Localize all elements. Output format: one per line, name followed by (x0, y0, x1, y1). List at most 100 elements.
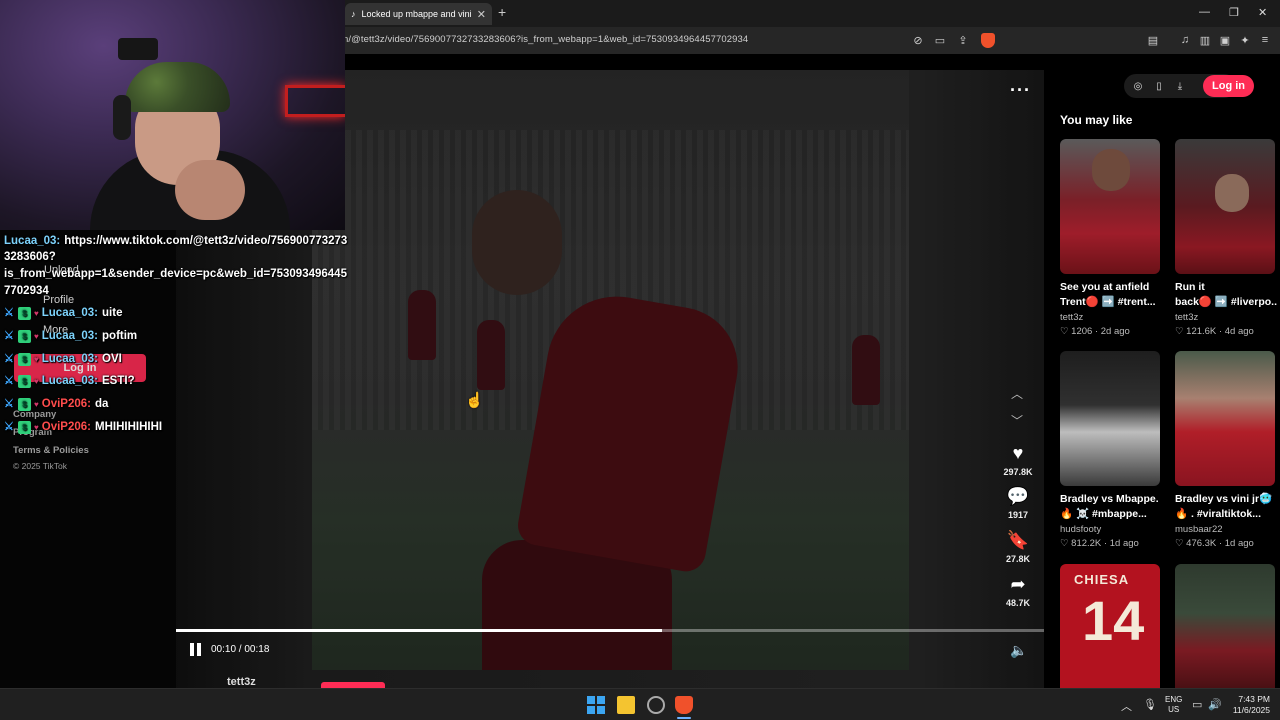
chat-username: OviP206: (41, 421, 91, 433)
reader-icon[interactable]: ▤ (1145, 32, 1161, 48)
card-meta: ♡ 1206 · 2d ago (1060, 326, 1130, 337)
chat-message-continued: is_from_webapp=1&sender_device=pc&web_id… (4, 266, 347, 283)
download-icon[interactable]: ⤓ (1173, 79, 1187, 93)
card-subtitle: back🔴 ➡️ #liverpo... (1175, 296, 1277, 308)
wall-item (118, 38, 158, 60)
card-author[interactable]: tett3z (1175, 312, 1275, 323)
recommended-card[interactable]: Run it back🔴 ➡️ #liverpo... tett3z ♡ 121… (1175, 139, 1277, 337)
share-arrow-icon: ➦ (1010, 574, 1026, 594)
card-author[interactable]: musbaar22 (1175, 524, 1275, 535)
comment-button[interactable]: 💬 1917 (996, 486, 1040, 520)
restore-icon[interactable]: ❐ (1229, 6, 1239, 19)
moderator-sword-icon: ⚔ (4, 398, 14, 410)
subscriber-badge-icon: $ (18, 421, 31, 434)
recommended-card[interactable] (1175, 564, 1275, 688)
file-explorer-icon[interactable] (617, 696, 635, 714)
video-thumbnail[interactable] (1060, 351, 1160, 486)
chat-text: is_from_webapp=1&sender_device=pc&web_id… (4, 268, 347, 280)
moderator-sword-icon: ⚔ (4, 307, 14, 319)
chat-username: Lucaa_03: (4, 235, 61, 247)
chat-text: OVI (102, 353, 122, 365)
chat-username: Lucaa_03: (41, 375, 99, 387)
brave-browser-icon[interactable] (675, 696, 693, 714)
video-thumbnail[interactable] (1060, 139, 1160, 274)
chat-username: OviP206: (41, 398, 91, 410)
active-app-indicator (677, 717, 691, 719)
streamer-hand (175, 160, 245, 220)
save-count: 27.8K (1005, 554, 1031, 564)
recommended-card[interactable]: Bradley vs Mbappe. 🔥 ☠️ #mbappe... hudsf… (1060, 351, 1160, 549)
system-clock[interactable]: 7:43 PM 11/6/2025 (1226, 694, 1270, 716)
tiktok-favicon-icon: ♪ (351, 9, 356, 19)
display-icon[interactable]: ▭ (1192, 698, 1202, 711)
bookmark-icon: 🔖 (1006, 530, 1030, 550)
explore-icon[interactable]: ◎ (1131, 79, 1145, 93)
browser-tab-active[interactable]: ♪ Locked up mbappe and vini🟥 ✕ (345, 3, 492, 25)
media-icon[interactable]: ▭ (932, 32, 948, 48)
close-tab-icon[interactable]: ✕ (477, 8, 486, 21)
card-subtitle: 🔥 ☠️ #mbappe... (1060, 508, 1147, 520)
share-icon[interactable]: ⇪ (955, 32, 971, 48)
recommended-card[interactable]: Bradley vs vini jr🥶 🔥 . #viraltiktok... … (1175, 351, 1275, 549)
minimize-icon[interactable]: — (1199, 6, 1210, 18)
brave-shield-icon[interactable] (981, 33, 995, 48)
footer-terms[interactable]: Terms & Policies (13, 445, 89, 456)
card-title: Bradley vs Mbappe. (1060, 493, 1159, 505)
language-indicator[interactable]: ENG US (1165, 695, 1182, 715)
chat-message: ⚔ $ ♥ Lucaa_03: OVI (4, 351, 122, 368)
chat-message: ⚔ $ ♥ Lucaa_03: poftim (4, 328, 137, 345)
more-options-icon[interactable]: ··· (1010, 80, 1031, 101)
video-thumbnail[interactable] (1175, 564, 1275, 688)
close-window-icon[interactable]: ✕ (1258, 6, 1267, 19)
clock-date: 11/6/2025 (1232, 705, 1270, 715)
heart-icon: ♥ (1012, 443, 1024, 463)
recommended-card[interactable]: See you at anfield Trent🔴 ➡️ #trent... t… (1060, 139, 1160, 337)
next-video-icon[interactable]: ﹀ (1006, 410, 1028, 430)
video-thumbnail[interactable] (1175, 139, 1275, 274)
pause-icon[interactable] (190, 643, 204, 657)
volume-icon[interactable]: 🔈 (1010, 642, 1027, 659)
subscriber-badge-icon: $ (18, 398, 31, 411)
speaker-icon[interactable]: 🔊 (1208, 698, 1222, 711)
save-button[interactable]: 🔖 27.8K (996, 530, 1040, 564)
recommended-card[interactable]: CHIESA 14 (1060, 564, 1160, 688)
heart-badge-icon: ♥ (34, 355, 39, 364)
video-thumbnail[interactable]: CHIESA 14 (1060, 564, 1160, 688)
phone-icon[interactable]: ▯ (1152, 79, 1166, 93)
tray-chevron-icon[interactable]: ︿ (1121, 698, 1132, 714)
like-button[interactable]: ♥ 297.8K (996, 443, 1040, 477)
card-title: Bradley vs vini jr🥶 (1175, 493, 1273, 505)
chat-message: Lucaa_03: https://www.tiktok.com/@tett3z/… (4, 233, 347, 250)
no-translate-icon[interactable]: ⊘ (910, 32, 926, 48)
new-tab-button[interactable]: + (498, 4, 506, 20)
author-name[interactable]: tett3z (227, 676, 256, 688)
sidebar-icon[interactable]: ▥ (1197, 32, 1213, 48)
heart-outline-icon: ♡ (1060, 326, 1072, 337)
url-field[interactable]: n/@tett3z/video/7569007732733283606?is_f… (343, 34, 748, 45)
jersey-number-graphic: 14 (1082, 589, 1145, 652)
heart-badge-icon: ♥ (34, 309, 39, 318)
card-author[interactable]: hudsfooty (1060, 524, 1160, 535)
previous-video-icon[interactable]: ︿ (1006, 383, 1028, 403)
chat-message: ⚔ $ ♥ Lucaa_03: uite (4, 305, 122, 322)
video-thumbnail[interactable] (1175, 351, 1275, 486)
chat-message: ⚔ $ ♥ OviP206: da (4, 396, 108, 413)
card-subtitle: 🔥 . #viraltiktok... (1175, 508, 1262, 520)
header-login-button[interactable]: Log in (1203, 75, 1254, 97)
menu-icon[interactable]: ≡ (1257, 32, 1273, 48)
card-author[interactable]: tett3z (1060, 312, 1160, 323)
leo-ai-icon[interactable]: ✦ (1237, 32, 1253, 48)
video-progress-bar[interactable] (176, 629, 1044, 632)
music-icon[interactable]: ♫ (1177, 32, 1193, 48)
chat-username: Lucaa_03: (41, 330, 99, 342)
chrome-icon[interactable] (647, 696, 665, 714)
video-time: 00:10 / 00:18 (211, 644, 270, 655)
chat-message-continued: 3283606? (4, 249, 56, 266)
microphone-icon[interactable]: 🎙 (1143, 698, 1157, 711)
card-meta: ♡ 812.2K · 1d ago (1060, 538, 1139, 549)
heart-badge-icon: ♥ (34, 377, 39, 386)
wallet-icon[interactable]: ▣ (1217, 32, 1233, 48)
subscriber-badge-icon: $ (18, 330, 31, 343)
share-button[interactable]: ➦ 48.7K (996, 574, 1040, 608)
windows-start-icon[interactable] (587, 696, 605, 714)
